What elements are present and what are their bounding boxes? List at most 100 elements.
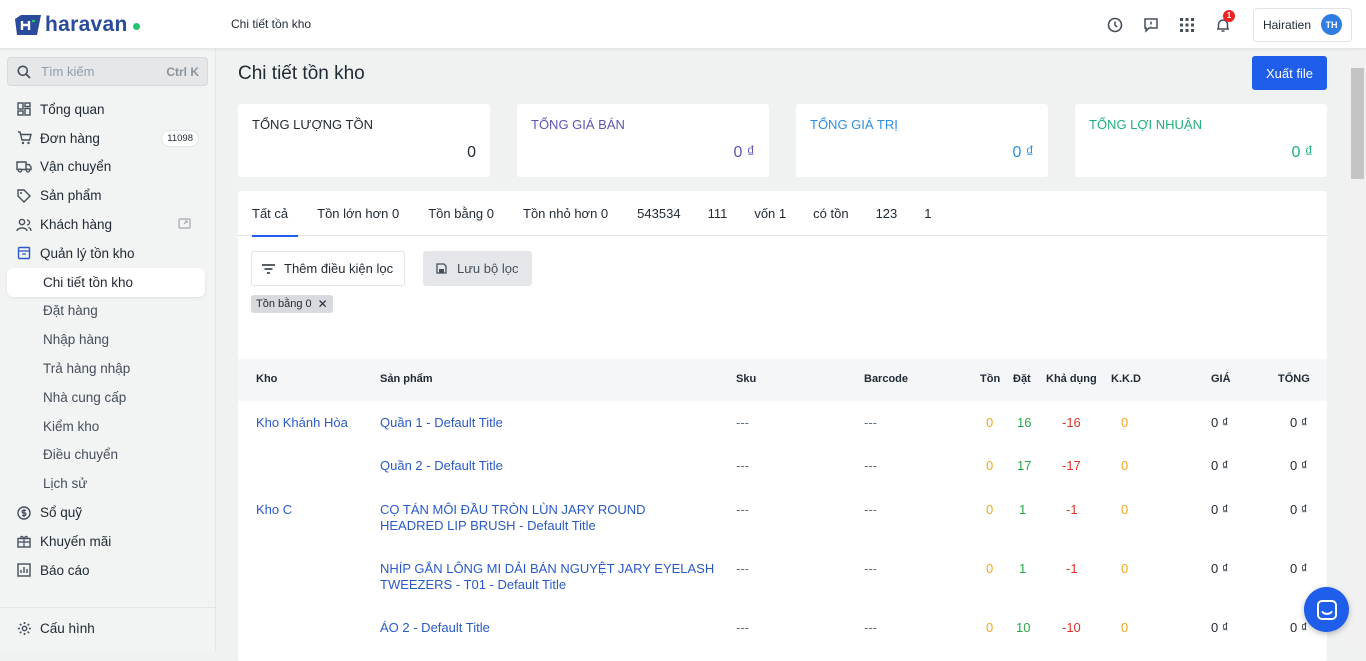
- scrollbar-thumb[interactable]: [1351, 68, 1364, 179]
- haravan-logo[interactable]: haravan: [13, 13, 140, 37]
- sidebar-item-san-pham[interactable]: Sản phẩm: [0, 181, 216, 210]
- gia-cell: 0 ₫: [1211, 415, 1229, 430]
- barcode-cell: ---: [864, 415, 877, 430]
- dat-cell: 1: [1019, 502, 1027, 517]
- col-gia: GIÁ: [1211, 373, 1231, 385]
- close-icon[interactable]: ✕: [318, 297, 328, 311]
- tab-saved-1[interactable]: 1: [907, 191, 941, 236]
- search-input[interactable]: Tìm kiếm Ctrl K: [7, 57, 208, 86]
- sidebar-item-khuyen-mai[interactable]: Khuyến mãi: [0, 527, 216, 556]
- sku-cell: ---: [736, 561, 749, 576]
- inventory-panel: Tất cả Tồn lớn hơn 0 Tồn bằng 0 Tồn nhỏ …: [238, 191, 1327, 661]
- gift-icon: [16, 533, 32, 549]
- sidebar-subitem-kiem-kho[interactable]: Kiểm kho: [0, 412, 216, 441]
- apps-button[interactable]: [1169, 7, 1205, 43]
- product-link[interactable]: CỌ TÁN MÔI ĐẦU TRÒN LÙN JARY ROUND HEADR…: [380, 502, 710, 534]
- report-icon: [16, 562, 32, 578]
- ton-cell: 0: [986, 620, 994, 635]
- sidebar-item-tong-quan[interactable]: Tổng quan: [0, 95, 216, 124]
- page-title: Chi tiết tồn kho: [238, 63, 365, 84]
- sidebar-item-label: Tổng quan: [40, 101, 105, 117]
- filter-icon: [262, 263, 275, 274]
- sidebar-subitem-nha-cung-cap[interactable]: Nhà cung cấp: [0, 383, 216, 412]
- sidebar-subitem-label: Đặt hàng: [43, 303, 98, 319]
- save-filter-button[interactable]: Lưu bộ lọc: [423, 251, 532, 286]
- sidebar-subitem-dat-hang[interactable]: Đặt hàng: [0, 297, 216, 326]
- truck-icon: [16, 159, 32, 175]
- sidebar-item-don-hang[interactable]: Đơn hàng 11098: [0, 124, 216, 153]
- tab-saved-von-1[interactable]: vốn 1: [737, 191, 796, 236]
- card-label: TỔNG GIÁ TRỊ: [810, 117, 898, 132]
- summary-card-total-stock: TỔNG LƯỢNG TỒN 0: [238, 104, 490, 177]
- chat-support-button[interactable]: [1304, 587, 1349, 632]
- tab-saved-543534[interactable]: 543534: [618, 191, 690, 236]
- sidebar-item-khach-hang[interactable]: Khách hàng: [0, 210, 216, 239]
- sidebar-item-so-quy[interactable]: Sổ quỹ: [0, 498, 216, 527]
- sidebar-item-cau-hinh[interactable]: Cấu hình: [0, 614, 216, 643]
- sidebar-footer: Cấu hình: [0, 607, 216, 643]
- notifications-button[interactable]: 1: [1205, 7, 1241, 43]
- tab-stock-gt-0[interactable]: Tồn lớn hơn 0: [298, 191, 409, 236]
- feedback-button[interactable]: [1133, 7, 1169, 43]
- barcode-cell: ---: [864, 620, 877, 635]
- tong-cell: 0 ₫: [1290, 458, 1308, 473]
- card-value: 0 ₫: [1012, 144, 1034, 161]
- clock-icon: [1107, 17, 1123, 32]
- add-filter-button[interactable]: Thêm điều kiện lọc: [251, 251, 405, 286]
- card-label: TỔNG LƯỢNG TỒN: [252, 117, 373, 132]
- external-link-icon[interactable]: [178, 217, 191, 232]
- tab-saved-111[interactable]: 111: [691, 191, 738, 236]
- sidebar-subitem-lich-su[interactable]: Lịch sử: [0, 469, 216, 498]
- gia-cell: 0 ₫: [1211, 502, 1229, 517]
- sidebar-subitem-dieu-chuyen[interactable]: Điều chuyển: [0, 441, 216, 470]
- sidebar-item-van-chuyen[interactable]: Vận chuyển: [0, 153, 216, 182]
- warehouse-link[interactable]: Kho C: [256, 502, 292, 517]
- dashboard-icon: [16, 101, 32, 117]
- product-link[interactable]: Quần 2 - Default Title: [380, 458, 710, 473]
- summary-card-total-profit: TỔNG LỢI NHUẬN 0 ₫: [1075, 104, 1327, 177]
- product-link[interactable]: Quần 1 - Default Title: [380, 415, 710, 430]
- user-menu-button[interactable]: Hairatien TH: [1252, 7, 1352, 42]
- card-label: TỔNG GIÁ BÁN: [531, 117, 625, 132]
- sidebar-item-bao-cao[interactable]: Báo cáo: [0, 556, 216, 585]
- notification-badge: 1: [1222, 9, 1235, 22]
- product-link[interactable]: ÁO 2 - Default Title: [380, 620, 710, 635]
- export-button[interactable]: Xuất file: [1252, 56, 1327, 90]
- sidebar-item-label: Khuyến mãi: [40, 533, 112, 549]
- product-link[interactable]: NHÍP GẮN LÔNG MI DẢI BÁN NGUYỆT JARY EYE…: [380, 561, 720, 593]
- sidebar-subitem-tra-hang-nhap[interactable]: Trả hàng nhập: [0, 354, 216, 383]
- page-scrollbar[interactable]: [1350, 49, 1366, 651]
- sidebar-subitem-chi-tiet-ton-kho[interactable]: Chi tiết tồn kho: [7, 267, 205, 297]
- message-icon: [1144, 17, 1158, 33]
- sidebar-subitem-label: Nhà cung cấp: [43, 389, 127, 405]
- sidebar-item-label: Cấu hình: [40, 620, 95, 636]
- status-dot: [132, 22, 140, 30]
- sidebar-subitem-nhap-hang[interactable]: Nhập hàng: [0, 325, 216, 354]
- card-value: 0 ₫: [733, 144, 755, 161]
- ton-cell: 0: [986, 458, 994, 473]
- tab-saved-co-ton[interactable]: có tồn: [796, 191, 858, 236]
- tab-saved-123[interactable]: 123: [859, 191, 908, 236]
- tong-cell: 0 ₫: [1290, 620, 1308, 635]
- sidebar-item-label: Báo cáo: [40, 562, 90, 578]
- save-icon: [436, 263, 447, 274]
- card-value: 0: [467, 144, 476, 161]
- history-button[interactable]: [1097, 7, 1133, 43]
- col-kha-dung: Khả dụng: [1046, 373, 1097, 385]
- summary-card-total-price: TỔNG GIÁ BÁN 0 ₫: [517, 104, 769, 177]
- col-kho: Kho: [256, 373, 278, 385]
- ton-cell: 0: [986, 502, 994, 517]
- kha-dung-cell: -10: [1062, 620, 1081, 635]
- sku-cell: ---: [736, 415, 749, 430]
- sidebar-item-quan-ly-ton-kho[interactable]: Quản lý tồn kho: [0, 239, 216, 268]
- card-label: TỔNG LỢI NHUẬN: [1089, 117, 1202, 132]
- sidebar-subitem-label: Lịch sử: [43, 476, 88, 492]
- tab-all[interactable]: Tất cả: [242, 191, 299, 237]
- tag-icon: [16, 188, 32, 204]
- tab-stock-lt-0[interactable]: Tồn nhỏ hơn 0: [504, 191, 618, 236]
- sidebar-item-label: Khách hàng: [40, 217, 113, 233]
- save-filter-label: Lưu bộ lọc: [457, 261, 519, 276]
- warehouse-link[interactable]: Kho Khánh Hòa: [256, 415, 348, 430]
- tab-stock-eq-0[interactable]: Tồn bằng 0: [409, 191, 504, 236]
- search-icon: [17, 65, 31, 79]
